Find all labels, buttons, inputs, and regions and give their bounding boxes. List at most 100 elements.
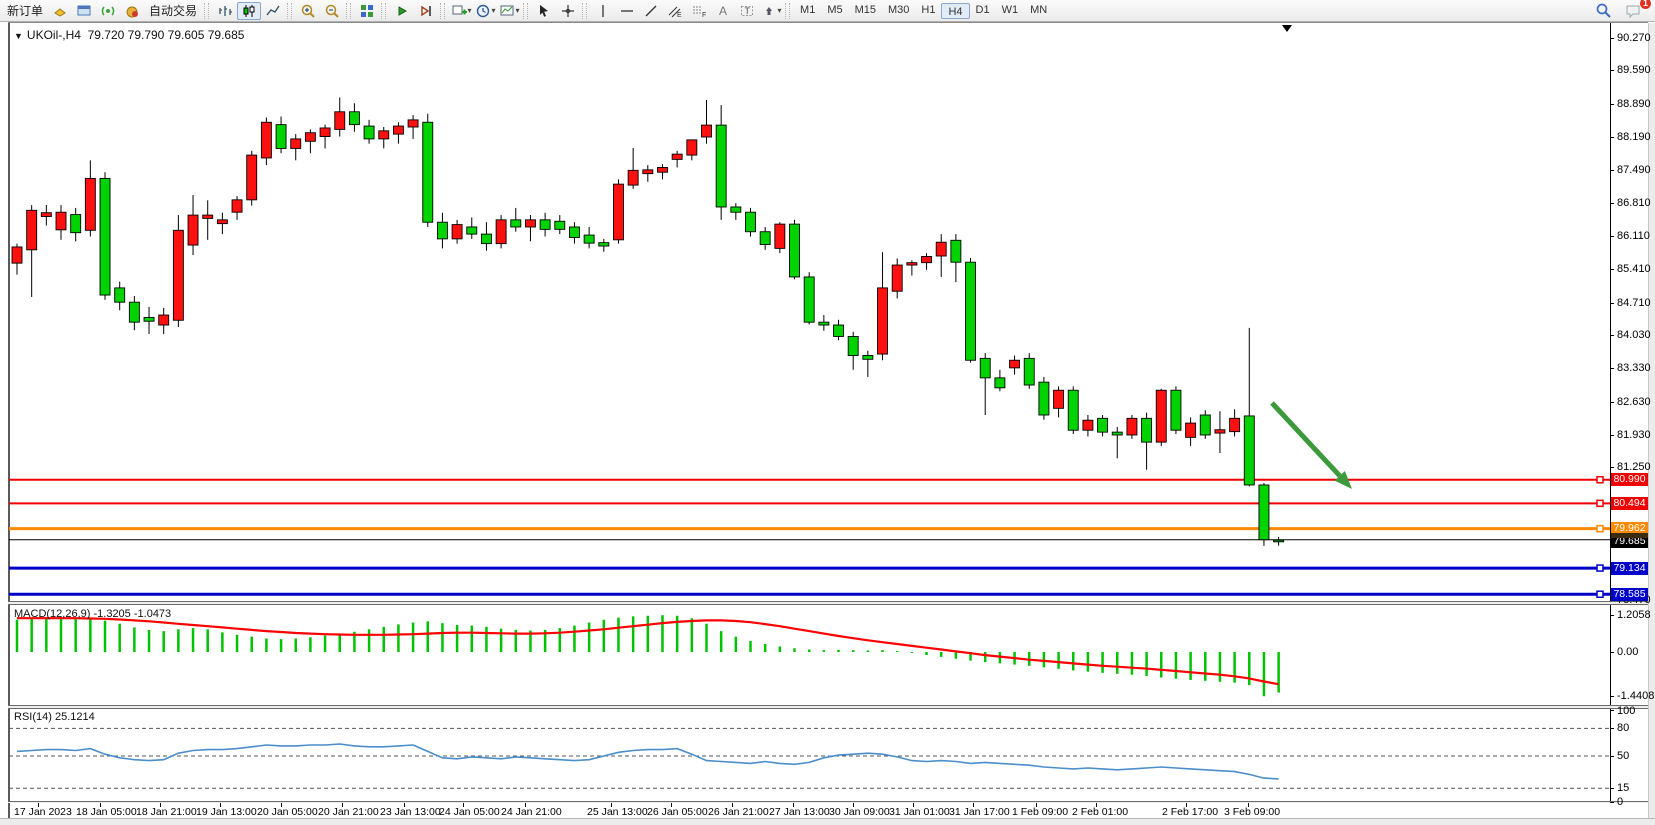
candle-body	[628, 170, 638, 185]
candle-body	[966, 262, 976, 360]
signals-icon[interactable]	[96, 2, 120, 20]
fibonacci-icon[interactable]: F	[687, 2, 711, 20]
rsi-tick-label: 0	[1617, 796, 1623, 808]
time-label: 2 Feb 17:00	[1162, 806, 1218, 818]
autotrade-button[interactable]: 自动交易	[144, 2, 202, 20]
timeframe-w1[interactable]: W1	[996, 2, 1025, 20]
macd-tick-mark	[1610, 652, 1614, 653]
zoom-in-icon[interactable]	[296, 2, 320, 20]
timeframe-mn[interactable]: MN	[1024, 2, 1053, 20]
macd-pane-canvas[interactable]	[9, 606, 1610, 704]
price-tick-mark	[1610, 335, 1614, 336]
rsi-pane-splitter[interactable]	[8, 705, 1648, 709]
macd-pane-splitter[interactable]	[8, 601, 1648, 605]
time-label: 1 Feb 09:00	[1012, 806, 1068, 818]
auto-scroll-icon[interactable]	[390, 2, 414, 20]
candle-body	[1244, 416, 1254, 485]
hline-marker[interactable]	[1597, 591, 1603, 597]
hline-marker[interactable]	[1597, 500, 1603, 506]
candle-body	[643, 170, 653, 174]
price-tick-mark	[1610, 467, 1614, 468]
chart-shift-marker[interactable]	[1282, 25, 1292, 32]
rsi-pane-canvas[interactable]	[9, 710, 1610, 802]
price-tick-mark	[1610, 236, 1614, 237]
timeframe-m15[interactable]: M15	[849, 2, 882, 20]
candle-body	[863, 355, 873, 359]
rsi-label: RSI(14) 25.1214	[14, 711, 95, 723]
time-label: 24 Jan 05:00	[439, 806, 500, 818]
candle-body	[291, 139, 301, 149]
label-icon[interactable]: T	[735, 2, 759, 20]
candle-body	[731, 207, 741, 212]
one-click-trading-arrow[interactable]: ▼	[14, 31, 23, 41]
rsi-tick-label: 50	[1617, 750, 1629, 762]
window-right-strip	[1648, 23, 1655, 825]
candle-body	[540, 220, 550, 230]
candle-body	[819, 322, 829, 325]
toolbar-grip	[381, 3, 386, 19]
candle-body	[746, 212, 756, 232]
line-chart-icon[interactable]	[261, 2, 285, 20]
channel-icon[interactable]: E	[663, 2, 687, 20]
candle-body	[701, 125, 711, 137]
candle-body	[437, 222, 447, 239]
candle-body	[232, 200, 242, 212]
zoom-out-icon[interactable]	[320, 2, 344, 20]
vline-icon[interactable]	[591, 2, 615, 20]
text-icon[interactable]: A	[711, 2, 735, 20]
price-chart-canvas[interactable]	[9, 23, 1610, 601]
candle-body	[555, 221, 565, 229]
templates-icon[interactable]: ▾	[497, 2, 521, 20]
svg-text:F: F	[702, 12, 706, 19]
history-gold-icon[interactable]	[48, 2, 72, 20]
timeframe-h1[interactable]: H1	[915, 2, 941, 20]
bar-chart-icon[interactable]	[213, 2, 237, 20]
timeframe-h4[interactable]: H4	[941, 3, 969, 19]
hline-icon[interactable]	[615, 2, 639, 20]
candle-body	[1098, 418, 1108, 432]
time-label: 2 Feb 01:00	[1072, 806, 1128, 818]
hline-marker[interactable]	[1597, 526, 1603, 532]
search-icon[interactable]	[1591, 2, 1615, 20]
crosshair-icon[interactable]	[556, 2, 580, 20]
trendline-icon[interactable]	[639, 2, 663, 20]
price-tick-mark	[1610, 38, 1614, 39]
candle-body	[511, 220, 521, 227]
time-label: 25 Jan 13:00	[587, 806, 648, 818]
price-tick-label: 84.710	[1617, 297, 1651, 309]
window-bottom-strip	[0, 818, 1655, 825]
chat-icon[interactable]: 1	[1621, 2, 1645, 20]
timeframe-m30[interactable]: M30	[882, 2, 915, 20]
terminal-icon[interactable]	[72, 2, 96, 20]
arrows-icon[interactable]: ▾	[759, 2, 783, 20]
annotation-arrow[interactable]	[1272, 403, 1340, 476]
timeframe-m5[interactable]: M5	[821, 2, 848, 20]
new-order-button[interactable]: 新订单	[2, 2, 48, 20]
candlestick-icon[interactable]	[237, 2, 261, 20]
price-tick-label: 85.410	[1617, 263, 1651, 275]
time-label: 19 Jan 13:00	[196, 806, 257, 818]
new-chart-icon[interactable]: ▾	[449, 2, 473, 20]
toolbar-grip	[785, 3, 790, 19]
time-label: 24 Jan 21:00	[501, 806, 562, 818]
tile-windows-icon[interactable]	[355, 2, 379, 20]
price-tick-label: 83.330	[1617, 362, 1651, 374]
toolbar: 新订单 自动交易 ▾	[0, 0, 1655, 22]
macd-value-signal: -1.0473	[134, 608, 171, 620]
time-label: 23 Jan 13:00	[380, 806, 441, 818]
hline-marker[interactable]	[1597, 565, 1603, 571]
candle-body	[159, 315, 169, 325]
chart-shift-icon[interactable]	[414, 2, 438, 20]
periods-icon[interactable]: ▾	[473, 2, 497, 20]
autotrade-icon[interactable]	[120, 2, 144, 20]
hline-marker[interactable]	[1597, 477, 1603, 483]
price-line-badge: 80.494	[1611, 497, 1648, 510]
candle-body	[804, 277, 814, 322]
candle-body	[71, 215, 81, 233]
timeframe-m1[interactable]: M1	[794, 2, 821, 20]
cursor-icon[interactable]	[532, 2, 556, 20]
candle-body	[261, 122, 271, 158]
rsi-tick-mark	[1610, 802, 1614, 803]
timeframe-d1[interactable]: D1	[970, 2, 996, 20]
candle-body	[217, 220, 227, 224]
